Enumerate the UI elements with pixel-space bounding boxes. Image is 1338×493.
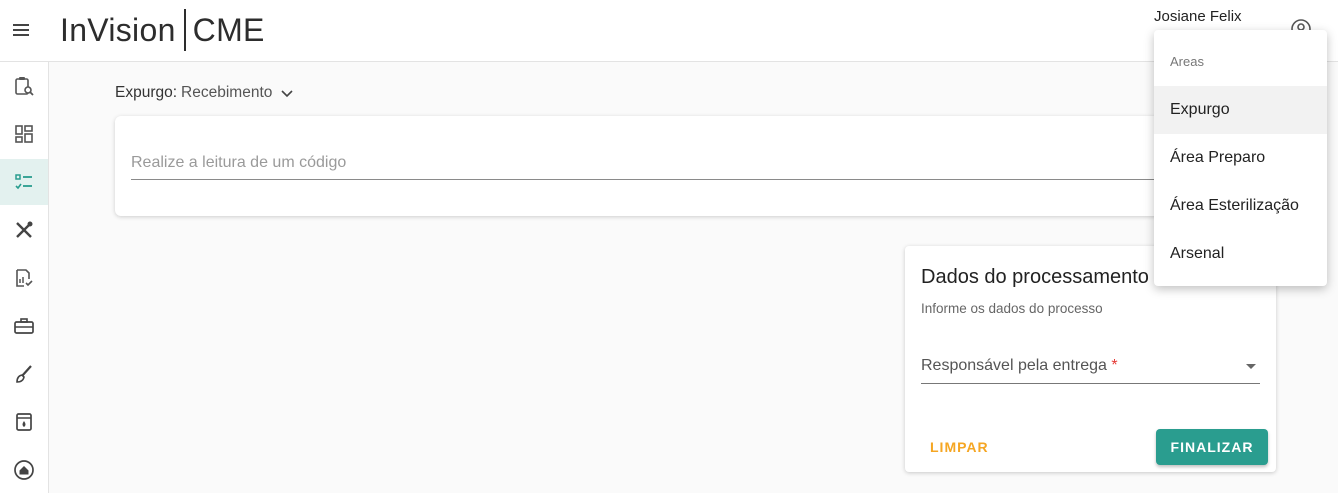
clipboard-search-icon bbox=[15, 77, 34, 96]
dashboard-grid-icon bbox=[15, 125, 33, 143]
areas-menu-header: Areas bbox=[1170, 54, 1204, 69]
report-check-icon bbox=[16, 269, 33, 287]
menu-item-expurgo[interactable]: Expurgo bbox=[1154, 86, 1327, 134]
dropdown-arrow-icon bbox=[1246, 364, 1256, 369]
areas-menu: Areas Expurgo Área Preparo Área Esterili… bbox=[1154, 30, 1327, 286]
sidebar-item-tools[interactable] bbox=[0, 207, 48, 253]
sidebar-item-home[interactable] bbox=[0, 447, 48, 493]
responsible-label: Responsável pela entrega * bbox=[921, 357, 1118, 375]
sidebar-item-dashboard[interactable] bbox=[0, 111, 48, 157]
checklist-icon bbox=[15, 174, 32, 190]
menu-item-area-esterilizacao[interactable]: Área Esterilização bbox=[1154, 182, 1327, 230]
sidebar-item-checklist[interactable] bbox=[0, 159, 48, 205]
toolbox-icon bbox=[14, 318, 34, 334]
scan-card bbox=[115, 116, 1185, 216]
finish-button[interactable]: FINALIZAR bbox=[1156, 429, 1268, 465]
sidebar-item-cleaning[interactable] bbox=[0, 351, 48, 397]
brand-divider bbox=[183, 9, 186, 51]
breadcrumb-area: Expurgo: bbox=[115, 84, 178, 101]
chevron-down-icon bbox=[281, 90, 293, 98]
sidebar-item-search-records[interactable] bbox=[0, 63, 48, 109]
clear-button[interactable]: LIMPAR bbox=[921, 430, 998, 464]
hamburger-menu-icon[interactable] bbox=[8, 17, 34, 43]
user-name[interactable]: Josiane Felix bbox=[1154, 8, 1242, 25]
top-bar: InVision CME Josiane Felix bbox=[0, 0, 1338, 62]
responsible-select[interactable]: Responsável pela entrega * bbox=[921, 348, 1260, 384]
sidebar-item-sterilizer[interactable] bbox=[0, 399, 48, 445]
sidebar-item-reports[interactable] bbox=[0, 255, 48, 301]
required-mark: * bbox=[1111, 357, 1118, 374]
menu-item-area-preparo[interactable]: Área Preparo bbox=[1154, 134, 1327, 182]
home-icon bbox=[14, 460, 34, 480]
brush-icon bbox=[16, 365, 32, 383]
sidebar bbox=[0, 62, 49, 493]
sidebar-item-toolbox[interactable] bbox=[0, 303, 48, 349]
brand-name: InVision bbox=[60, 11, 176, 48]
app-logo: InVision CME bbox=[60, 8, 265, 52]
area-breadcrumb[interactable]: Expurgo: Recebimento bbox=[115, 84, 294, 102]
sterilizer-icon bbox=[16, 413, 32, 431]
responsible-label-text: Responsável pela entrega bbox=[921, 357, 1107, 374]
brand-product: CME bbox=[192, 11, 265, 48]
card-subtitle: Informe os dados do processo bbox=[921, 301, 1103, 316]
breadcrumb-step: Recebimento bbox=[181, 84, 273, 101]
tools-icon bbox=[16, 221, 33, 238]
menu-item-arsenal[interactable]: Arsenal bbox=[1154, 230, 1327, 278]
code-scan-input[interactable] bbox=[131, 146, 1171, 180]
card-title: Dados do processamento bbox=[921, 266, 1149, 288]
